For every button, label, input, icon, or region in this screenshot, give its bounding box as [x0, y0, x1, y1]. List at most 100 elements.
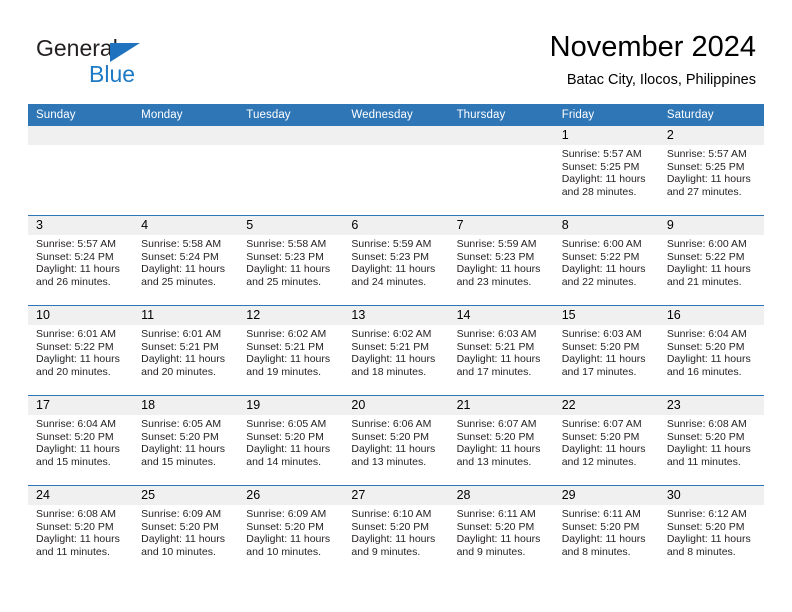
sunset-line: Sunset: 5:20 PM [36, 520, 114, 533]
calendar-day-cell[interactable]: 22 Sunrise: 6:07 AM Sunset: 5:20 PM Dayligh… [553, 395, 659, 486]
sunrise-line: Sunrise: 6:09 AM [141, 508, 222, 520]
calendar-cell-empty [133, 126, 239, 216]
day-sun-details [343, 145, 448, 148]
calendar-day-cell[interactable]: 1 Sunrise: 5:57 AM Sunset: 5:25 PM Daylight… [553, 126, 659, 216]
calendar-day-cell[interactable]: 15 Sunrise: 6:03 AM Sunset: 5:20 PM Dayligh… [553, 305, 659, 396]
calendar-day-cell[interactable]: 21 Sunrise: 6:07 AM Sunset: 5:20 PM Dayligh… [448, 395, 554, 486]
sunset-line: Sunset: 5:20 PM [351, 430, 430, 443]
day-sun-details: Sunrise: 6:02 AM Sunset: 5:21 PM Daylight:… [343, 325, 448, 378]
sunrise-line: Sunrise: 6:02 AM [351, 328, 432, 340]
sunrise-line: Sunrise: 6:03 AM [456, 328, 537, 340]
daylight-line-2: and 16 minutes. [666, 365, 742, 378]
calendar-day-cell[interactable]: 13 Sunrise: 6:02 AM Sunset: 5:21 PM Dayligh… [343, 305, 449, 396]
daylight-line-2: and 8 minutes. [666, 545, 736, 558]
daylight-line-1: Daylight: 11 hours [666, 533, 751, 546]
daylight-line-1: Daylight: 11 hours [141, 533, 225, 546]
sunrise-line: Sunrise: 6:07 AM [561, 418, 642, 430]
day-sun-details: Sunrise: 6:03 AM Sunset: 5:21 PM Daylight:… [449, 325, 554, 378]
sunrise-line: Sunrise: 5:59 AM [456, 238, 537, 250]
calendar-day-cell[interactable]: 8 Sunrise: 6:00 AM Sunset: 5:22 PM Daylight… [553, 215, 659, 306]
calendar-day-cell[interactable]: 10 Sunrise: 6:01 AM Sunset: 5:22 PM Dayligh… [28, 305, 134, 396]
daylight-line-2: and 11 minutes. [666, 455, 741, 468]
calendar-day-cell[interactable]: 2 Sunrise: 5:57 AM Sunset: 5:25 PM Daylight… [658, 126, 764, 216]
day-number: 23 [658, 396, 764, 415]
daylight-line-1: Daylight: 11 hours [141, 443, 225, 456]
sunrise-line: Sunrise: 5:57 AM [666, 148, 747, 160]
calendar-week-row: 1 Sunrise: 5:57 AM Sunset: 5:25 PM Daylight… [28, 126, 764, 216]
day-sun-details: Sunrise: 6:08 AM Sunset: 5:20 PM Daylight:… [659, 415, 764, 468]
sunrise-line: Sunrise: 6:10 AM [351, 508, 432, 520]
day-cell-inner: 28 Sunrise: 6:11 AM Sunset: 5:20 PM Dayligh… [448, 486, 554, 575]
calendar-day-cell[interactable]: 11 Sunrise: 6:01 AM Sunset: 5:21 PM Dayligh… [133, 305, 239, 396]
calendar-day-cell[interactable]: 20 Sunrise: 6:06 AM Sunset: 5:20 PM Dayligh… [343, 395, 449, 486]
daylight-line-2: and 22 minutes. [561, 275, 637, 288]
calendar-day-cell[interactable]: 6 Sunrise: 5:59 AM Sunset: 5:23 PM Daylight… [343, 215, 449, 306]
daylight-line-1: Daylight: 11 hours [666, 263, 751, 276]
calendar-day-cell[interactable]: 4 Sunrise: 5:58 AM Sunset: 5:24 PM Daylight… [133, 215, 239, 306]
daylight-line-1: Daylight: 11 hours [561, 173, 646, 186]
sunrise-line: Sunrise: 5:57 AM [36, 238, 116, 250]
calendar-body: 1 Sunrise: 5:57 AM Sunset: 5:25 PM Daylight… [28, 126, 764, 575]
day-sun-details: Sunrise: 6:10 AM Sunset: 5:20 PM Daylight:… [343, 505, 448, 558]
calendar-day-cell[interactable]: 23 Sunrise: 6:08 AM Sunset: 5:20 PM Dayligh… [658, 395, 764, 486]
daylight-line-2: and 9 minutes. [351, 545, 421, 558]
day-number: 7 [448, 216, 554, 235]
calendar-day-cell[interactable]: 3 Sunrise: 5:57 AM Sunset: 5:24 PM Daylight… [28, 215, 134, 306]
day-sun-details: Sunrise: 6:11 AM Sunset: 5:20 PM Daylight:… [449, 505, 554, 558]
daylight-line-1: Daylight: 11 hours [36, 353, 120, 366]
day-number: 18 [133, 396, 239, 415]
day-cell-inner: 22 Sunrise: 6:07 AM Sunset: 5:20 PM Dayligh… [553, 396, 659, 485]
calendar-day-cell[interactable]: 5 Sunrise: 5:58 AM Sunset: 5:23 PM Daylight… [238, 215, 344, 306]
day-cell-inner: 23 Sunrise: 6:08 AM Sunset: 5:20 PM Dayligh… [658, 396, 764, 485]
calendar-day-cell[interactable]: 16 Sunrise: 6:04 AM Sunset: 5:20 PM Dayligh… [658, 305, 764, 396]
sunset-line: Sunset: 5:22 PM [36, 340, 114, 353]
day-number: 20 [343, 396, 449, 415]
daylight-line-1: Daylight: 11 hours [456, 443, 541, 456]
daylight-line-2: and 23 minutes. [456, 275, 532, 288]
day-sun-details: Sunrise: 6:11 AM Sunset: 5:20 PM Daylight:… [554, 505, 659, 558]
day-cell-inner [448, 126, 554, 215]
calendar-day-cell[interactable]: 17 Sunrise: 6:04 AM Sunset: 5:20 PM Dayligh… [28, 395, 134, 486]
sunset-line: Sunset: 5:20 PM [456, 520, 535, 533]
day-number: 26 [238, 486, 344, 505]
day-sun-details: Sunrise: 5:57 AM Sunset: 5:24 PM Daylight:… [28, 235, 133, 288]
sunrise-line: Sunrise: 6:04 AM [666, 328, 747, 340]
day-cell-inner: 12 Sunrise: 6:02 AM Sunset: 5:21 PM Dayligh… [238, 306, 344, 395]
calendar-day-cell[interactable]: 14 Sunrise: 6:03 AM Sunset: 5:21 PM Dayligh… [448, 305, 554, 396]
calendar-day-cell[interactable]: 9 Sunrise: 6:00 AM Sunset: 5:22 PM Daylight… [658, 215, 764, 306]
weekday-header-monday: Monday [133, 104, 239, 126]
calendar-day-cell[interactable]: 29 Sunrise: 6:11 AM Sunset: 5:20 PM Dayligh… [553, 485, 659, 575]
calendar-day-cell[interactable]: 28 Sunrise: 6:11 AM Sunset: 5:20 PM Dayligh… [448, 485, 554, 575]
calendar-day-cell[interactable]: 18 Sunrise: 6:05 AM Sunset: 5:20 PM Dayligh… [133, 395, 239, 486]
calendar-day-cell[interactable]: 19 Sunrise: 6:05 AM Sunset: 5:20 PM Dayligh… [238, 395, 344, 486]
day-cell-inner: 10 Sunrise: 6:01 AM Sunset: 5:22 PM Dayligh… [28, 306, 134, 395]
sunset-line: Sunset: 5:20 PM [141, 430, 219, 443]
calendar-day-cell[interactable]: 27 Sunrise: 6:10 AM Sunset: 5:20 PM Dayligh… [343, 485, 449, 575]
day-cell-inner: 18 Sunrise: 6:05 AM Sunset: 5:20 PM Dayligh… [133, 396, 239, 485]
daylight-line-1: Daylight: 11 hours [36, 263, 120, 276]
day-sun-details: Sunrise: 6:01 AM Sunset: 5:22 PM Daylight:… [28, 325, 133, 378]
daylight-line-2: and 15 minutes. [36, 455, 111, 468]
daylight-line-2: and 26 minutes. [36, 275, 111, 288]
day-number: 17 [28, 396, 134, 415]
calendar-day-cell[interactable]: 25 Sunrise: 6:09 AM Sunset: 5:20 PM Dayligh… [133, 485, 239, 575]
daylight-line-1: Daylight: 11 hours [456, 533, 541, 546]
calendar-week-row: 3 Sunrise: 5:57 AM Sunset: 5:24 PM Daylight… [28, 215, 764, 306]
day-sun-details: Sunrise: 6:09 AM Sunset: 5:20 PM Daylight:… [238, 505, 343, 558]
sunset-line: Sunset: 5:23 PM [456, 250, 535, 263]
sunset-line: Sunset: 5:20 PM [561, 340, 640, 353]
daylight-line-2: and 17 minutes. [561, 365, 637, 378]
calendar-day-cell[interactable]: 7 Sunrise: 5:59 AM Sunset: 5:23 PM Daylight… [448, 215, 554, 306]
general-blue-logo[interactable]: General Blue [36, 36, 236, 88]
day-number: 8 [553, 216, 659, 235]
calendar-day-cell[interactable]: 12 Sunrise: 6:02 AM Sunset: 5:21 PM Dayligh… [238, 305, 344, 396]
calendar-week-row: 17 Sunrise: 6:04 AM Sunset: 5:20 PM Dayligh… [28, 395, 764, 486]
daylight-line-2: and 28 minutes. [561, 185, 637, 198]
day-number: 6 [343, 216, 449, 235]
calendar-day-cell[interactable]: 30 Sunrise: 6:12 AM Sunset: 5:20 PM Dayligh… [658, 485, 764, 575]
daylight-line-1: Daylight: 11 hours [246, 443, 331, 456]
calendar-day-cell[interactable]: 26 Sunrise: 6:09 AM Sunset: 5:20 PM Dayligh… [238, 485, 344, 575]
day-sun-details: Sunrise: 6:04 AM Sunset: 5:20 PM Daylight:… [659, 325, 764, 378]
day-number: 1 [553, 126, 659, 145]
calendar-day-cell[interactable]: 24 Sunrise: 6:08 AM Sunset: 5:20 PM Dayligh… [28, 485, 134, 575]
